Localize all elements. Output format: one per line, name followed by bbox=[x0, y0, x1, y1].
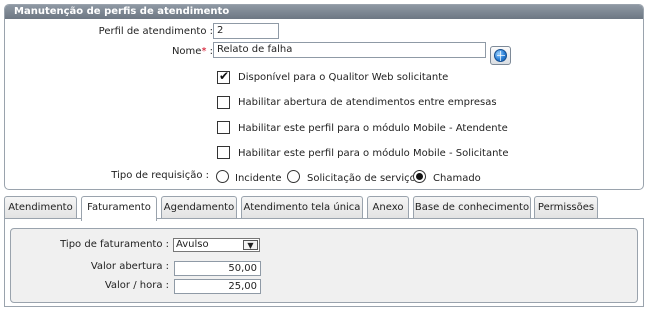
perfil-label: Perfil de atendimento : bbox=[98, 26, 213, 37]
tab-atendimento-tela-unica[interactable]: Atendimento tela única bbox=[241, 196, 363, 219]
tab-bar: Atendimento Faturamento Agendamento Aten… bbox=[4, 196, 644, 221]
checkbox-qualitor-web[interactable] bbox=[217, 69, 230, 84]
checkbox-mobile-solicitante[interactable] bbox=[217, 146, 230, 159]
radio-chamado[interactable] bbox=[413, 170, 426, 183]
chevron-down-icon: ▼ bbox=[243, 240, 258, 250]
nome-input[interactable]: Relato de falha bbox=[213, 42, 486, 58]
radio-label-incidente: Incidente bbox=[235, 173, 282, 184]
tipo-faturamento-select[interactable]: Avulso ▼ bbox=[173, 238, 260, 252]
required-marker: * bbox=[201, 46, 207, 57]
perfil-panel: Manutenção de perfis de atendimento Perf… bbox=[4, 4, 644, 190]
valor-hora-label: Valor / hora : bbox=[104, 280, 169, 291]
checkbox-label-qualitor-web: Disponível para o Qualitor Web solicitan… bbox=[238, 72, 449, 83]
nome-label: Nome* : bbox=[65, 46, 213, 57]
panel-title: Manutenção de perfis de atendimento bbox=[5, 5, 643, 19]
tab-anexo[interactable]: Anexo bbox=[367, 196, 409, 219]
tipo-faturamento-label: Tipo de faturamento : bbox=[60, 239, 169, 250]
globe-icon bbox=[494, 49, 507, 62]
tab-content: Tipo de faturamento : Avulso ▼ Valor abe… bbox=[4, 218, 644, 307]
tab-agendamento[interactable]: Agendamento bbox=[161, 196, 237, 219]
tipo-faturamento-value: Avulso bbox=[176, 239, 209, 250]
perfil-input[interactable]: 2 bbox=[213, 23, 279, 39]
radio-incidente[interactable] bbox=[216, 170, 229, 183]
radio-solicitacao-servico[interactable] bbox=[287, 170, 300, 183]
tab-base-conhecimento[interactable]: Base de conhecimento bbox=[413, 196, 531, 219]
tab-faturamento[interactable]: Faturamento bbox=[81, 196, 157, 221]
faturamento-box: Tipo de faturamento : Avulso ▼ Valor abe… bbox=[10, 228, 638, 303]
tipo-requisicao-label: Tipo de requisição : bbox=[111, 170, 209, 181]
valor-abertura-input[interactable]: 50,00 bbox=[174, 261, 261, 276]
valor-hora-input[interactable]: 25,00 bbox=[174, 279, 261, 294]
checkbox-label-entre-empresas: Habilitar abertura de atendimentos entre… bbox=[238, 97, 497, 108]
checkbox-mobile-atendente[interactable] bbox=[217, 121, 230, 134]
radio-label-chamado: Chamado bbox=[433, 173, 481, 184]
checkbox-entre-empresas[interactable] bbox=[217, 96, 230, 109]
checkbox-label-mobile-solicitante: Habilitar este perfil para o módulo Mobi… bbox=[238, 148, 509, 159]
lookup-button[interactable] bbox=[490, 46, 511, 65]
checkbox-label-mobile-atendente: Habilitar este perfil para o módulo Mobi… bbox=[238, 123, 508, 134]
tab-atendimento[interactable]: Atendimento bbox=[4, 196, 77, 219]
valor-abertura-label: Valor abertura : bbox=[90, 261, 169, 272]
tab-permissoes[interactable]: Permissões bbox=[534, 196, 598, 219]
nome-label-text: Nome bbox=[171, 46, 202, 57]
radio-label-solicitacao-servico: Solicitação de serviço bbox=[307, 173, 416, 184]
